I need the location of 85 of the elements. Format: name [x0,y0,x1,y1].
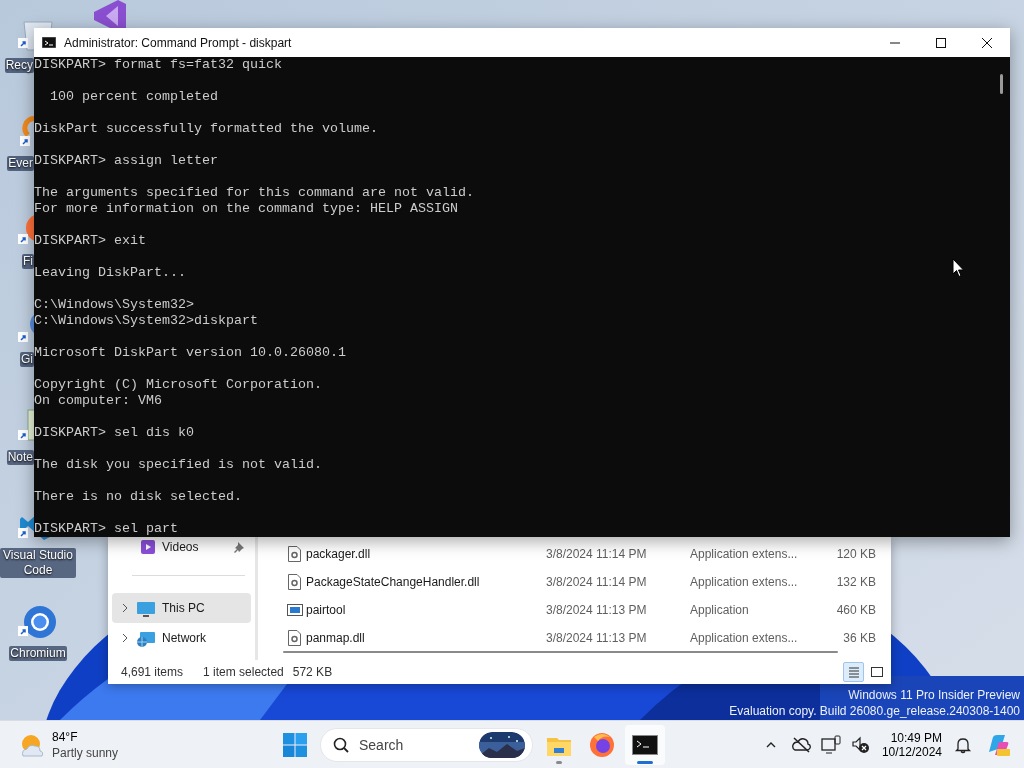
application-icon [287,602,303,618]
file-gear-icon [287,574,302,590]
file-type: Application extens... [690,575,799,589]
item-count: 4,691 items [121,665,184,679]
file-date: 3/8/2024 11:13 PM [546,603,648,617]
search-icon [333,736,349,753]
file-size: 132 KB [835,575,876,589]
console-line: Microsoft DiskPart version 10.0.26080.1 [34,345,346,361]
console-line: There is no disk selected. [34,489,242,505]
file-gear-icon [287,630,302,646]
icon-label: Chromium [9,646,67,661]
file-type: Application [690,603,750,617]
windows-logo-icon [283,732,307,757]
console-line: C:\Windows\System32>diskpart [34,313,258,329]
nav-item[interactable]: Videos [112,537,251,557]
chromium-icon [18,604,58,640]
nav-label: This PC [162,601,206,615]
file-size: 460 KB [835,603,876,617]
clock[interactable]: 10:49 PM 10/12/2024 [875,730,948,759]
maximize-icon [935,36,947,49]
file-type: Application extens... [690,631,799,645]
network-icon [136,629,156,647]
nav-item[interactable]: This PC [112,593,251,623]
icon-label: Recy [4,58,34,73]
magnifier-icon [20,114,34,146]
file-name: pairtool [306,603,347,617]
file-date: 3/8/2024 11:13 PM [546,631,648,645]
chevron-icon [120,632,130,644]
horizontal-scrollbar[interactable] [283,651,838,653]
file-name: packager.dll [306,547,372,561]
icon-label: Fi [22,254,34,269]
nav-label: Videos [162,540,200,554]
file-date: 3/8/2024 11:14 PM [546,575,648,589]
nav-label: Network [162,631,207,645]
nav-item[interactable]: Network [112,623,251,653]
console-line: 100 percent completed [49,89,218,105]
console-line: For more information on the command type: HELP ASSIGN [34,201,458,217]
file-gear-icon [287,546,302,562]
icon-label: Gi [20,352,34,367]
window-title: Administrator: Command Prompt - diskpart [64,35,293,50]
weather-condition: Partly sunny [52,744,119,761]
network-icon [820,734,841,755]
chevron-icon [120,602,130,614]
file-name: panmap.dll [306,631,366,645]
close-icon [981,36,993,49]
file-type: Application extens... [690,547,799,561]
watermark-text: Windows 11 Pro Insider Preview [848,687,1020,703]
search-bar[interactable]: Search [320,727,533,762]
list-icon [847,666,860,678]
file-name: PackageStateChangeHandler.dll [306,575,481,589]
console-line: C:\Windows\System32> [34,297,194,313]
console-line: DISKPART> sel part [34,521,178,537]
selection-size: 572 KB [292,665,333,679]
console-line: Leaving DiskPart... [34,265,186,281]
console-line: The arguments specified for this command are not valid. [34,185,474,201]
square-icon [870,666,883,678]
watermark-text: Evaluation copy. Build 26080.ge_release.240308-1400 [729,703,1020,719]
file-size: 36 KB [842,631,876,645]
scrollbar-thumb [1000,74,1003,94]
console-line: DISKPART> assign letter [34,153,218,169]
bell-icon [954,735,972,754]
icon-label: Ever [7,156,34,171]
console-line: Copyright (C) Microsoft Corporation. [34,377,322,393]
console-line: DISKPART> sel dis k0 [34,425,194,441]
monitor-icon [136,599,156,617]
temperature: 84°F [52,728,79,745]
icon-label: Note [6,450,34,465]
search-field[interactable]: Search [357,735,471,754]
console-line: DISKPART> format fs=fat32 quick [34,57,282,73]
volume-muted-icon [850,734,871,755]
file-date: 3/8/2024 11:14 PM [546,547,648,561]
pointer-icon [952,258,965,278]
console-line: On computer: VM6 [34,393,162,409]
console-line: DISKPART> exit [34,233,146,249]
weather-widget[interactable]: 84°F Partly sunny [0,722,275,767]
icon-label: Visual Studio Code [0,548,76,578]
console-line: The disk you specified is not valid. [34,457,322,473]
terminal-icon [632,732,658,757]
taskbar-app-button[interactable] [625,724,665,765]
terminal-icon [42,37,56,48]
selection-info: 1 item selected [203,665,284,679]
console-line: DiskPart successfully formatted the volume. [34,121,378,137]
cloud-off-icon [790,734,811,755]
file-size: 120 KB [835,547,876,561]
firefox-icon [588,730,616,759]
